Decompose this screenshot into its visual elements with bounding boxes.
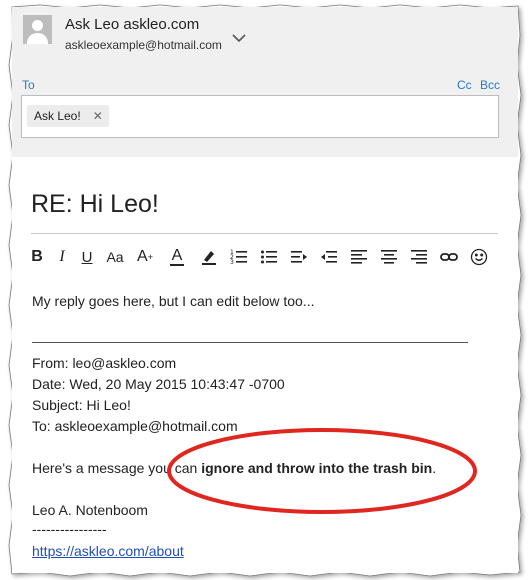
quoted-message-bold: ignore and throw into the trash bin	[201, 460, 433, 476]
signature-name: Leo A. Notenboom	[32, 502, 148, 518]
quoted-to: To: askleoexample@hotmail.com	[32, 418, 238, 434]
grow-font-button[interactable]: A +	[134, 245, 156, 269]
align-left-icon[interactable]	[348, 245, 370, 269]
quoted-message-suffix: .	[432, 460, 437, 476]
compose-header: Ask Leo askleo.com askleoexample@hotmail…	[12, 7, 518, 157]
to-field[interactable]: Ask Leo! ✕	[21, 95, 499, 138]
reply-divider	[32, 342, 468, 343]
emoji-icon[interactable]	[468, 245, 490, 269]
svg-text:3: 3	[230, 259, 234, 266]
numbered-list-icon[interactable]: 123	[228, 245, 250, 269]
font-size-button[interactable]: Aa	[104, 245, 126, 269]
recipient-chip[interactable]: Ask Leo! ✕	[27, 105, 109, 127]
subject-divider	[31, 233, 498, 234]
bold-button[interactable]: B	[28, 245, 46, 269]
align-right-icon[interactable]	[408, 245, 430, 269]
decrease-indent-icon[interactable]	[288, 245, 310, 269]
close-icon[interactable]: ✕	[93, 109, 103, 123]
quoted-subject: Subject: Hi Leo!	[32, 397, 131, 413]
underline-button[interactable]: U	[78, 245, 96, 269]
quoted-message: Here's a message you can ignore and thro…	[32, 460, 436, 476]
avatar	[23, 15, 52, 44]
reply-text[interactable]: My reply goes here, but I can edit below…	[32, 293, 315, 309]
format-toolbar: B I U Aa A + A 123	[26, 245, 496, 269]
quoted-message-prefix: Here's a message you can	[32, 460, 202, 476]
font-color-label: A	[171, 247, 183, 264]
bullet-list-icon[interactable]	[258, 245, 280, 269]
recipient-chip-label: Ask Leo!	[34, 109, 81, 123]
signature-dashes: ----------------	[32, 521, 107, 537]
bcc-link[interactable]: Bcc	[480, 78, 500, 92]
signature-link[interactable]: https://askleo.com/about	[32, 543, 184, 559]
link-icon[interactable]	[438, 245, 460, 269]
increase-indent-icon[interactable]	[318, 245, 340, 269]
italic-button[interactable]: I	[54, 245, 70, 269]
grow-font-label: A	[137, 248, 148, 265]
account-name: Ask Leo askleo.com	[65, 16, 200, 33]
account-email: askleoexample@hotmail.com	[65, 38, 222, 52]
align-center-icon[interactable]	[378, 245, 400, 269]
subject-field[interactable]: RE: Hi Leo!	[31, 190, 159, 219]
quoted-date: Date: Wed, 20 May 2015 10:43:47 -0700	[32, 376, 285, 392]
to-label[interactable]: To	[22, 78, 35, 92]
quoted-from: From: leo@askleo.com	[32, 355, 177, 371]
cc-link[interactable]: Cc	[457, 78, 472, 92]
compose-window: Ask Leo askleo.com askleoexample@hotmail…	[12, 7, 518, 573]
font-color-button[interactable]: A	[167, 245, 187, 269]
highlight-icon[interactable]	[198, 245, 220, 269]
chevron-down-icon[interactable]	[230, 32, 248, 44]
